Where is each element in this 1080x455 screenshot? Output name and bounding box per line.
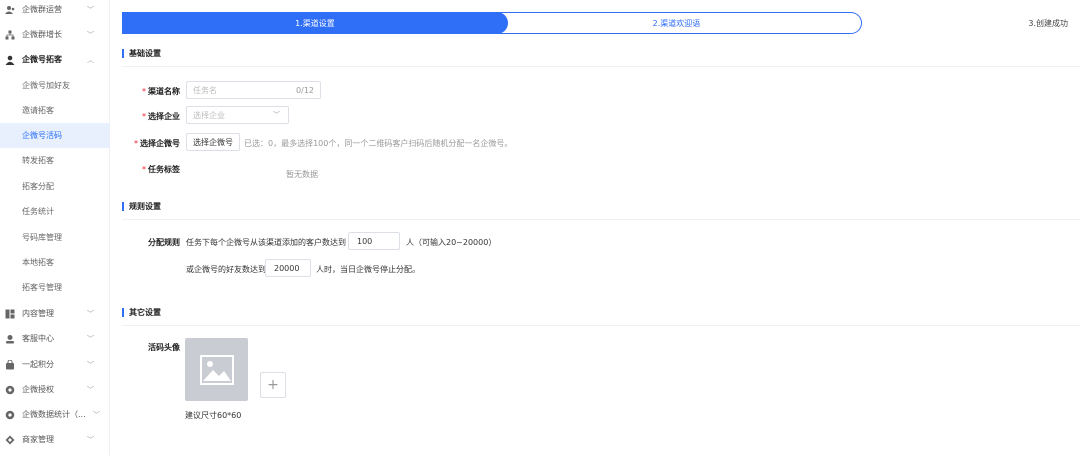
rule-line1-suffix: 人（可输入20~20000） bbox=[406, 238, 497, 247]
wecom-hint: 已选：0，最多选择100个，同一个二维码客户扫码后随机分配一名企微号。 bbox=[244, 139, 513, 148]
chevron-down-icon: ﹀ bbox=[87, 334, 94, 343]
sidebar-item-label: 商家管理 bbox=[22, 435, 54, 444]
avatar-size-hint: 建议尺寸60*60 bbox=[185, 411, 242, 420]
chevron-down-icon: ﹀ bbox=[273, 111, 280, 119]
sidebar-item-label: 企微数据统计（... bbox=[22, 410, 86, 419]
bag-icon bbox=[5, 359, 15, 370]
divider bbox=[122, 219, 1080, 220]
section-title-basic: 基础设置 bbox=[122, 49, 161, 58]
chevron-down-icon: ﹀ bbox=[87, 360, 94, 369]
enterprise-label-text: 选择企业 bbox=[148, 112, 180, 121]
sidebar-item-add-friend[interactable]: 企微号加好友 bbox=[0, 73, 110, 98]
tag-label-text: 任务标签 bbox=[148, 165, 180, 174]
sidebar-item-live-code[interactable]: 企微号活码 bbox=[0, 123, 110, 148]
customer-limit-input[interactable]: 100 bbox=[348, 232, 400, 250]
sidebar-item-label: 内容管理 bbox=[22, 309, 54, 318]
enterprise-select[interactable]: 选择企业 ﹀ bbox=[186, 106, 289, 124]
sidebar-item-label: 本地拓客 bbox=[22, 258, 54, 267]
step-channel-settings[interactable]: 1.渠道设置 bbox=[122, 12, 508, 34]
image-placeholder-icon bbox=[199, 354, 234, 385]
rule-line2-prefix: 或企微号的好友数达到 bbox=[186, 265, 266, 274]
chevron-down-icon: ﹀ bbox=[87, 30, 94, 39]
sidebar-item-label: 企微号活码 bbox=[22, 131, 62, 140]
main-content: 1.渠道设置 2.渠道欢迎语 3.创建成功 基础设置 * 渠道名称 任务名 0/1… bbox=[110, 0, 1080, 455]
char-counter: 0/12 bbox=[296, 85, 314, 95]
divider bbox=[122, 325, 1080, 326]
sidebar-item-acquire-accounts[interactable]: 拓客号管理 bbox=[0, 275, 110, 300]
sidebar-item-label: 号码库管理 bbox=[22, 233, 62, 242]
chevron-down-icon: ﹀ bbox=[87, 5, 94, 14]
sidebar-item-local[interactable]: 本地拓客 bbox=[0, 250, 110, 275]
sidebar-item-label: 企微群运营 bbox=[22, 5, 62, 14]
wecom-label-text: 选择企微号 bbox=[140, 139, 180, 148]
sidebar-item-forward[interactable]: 转发拓客 bbox=[0, 148, 110, 173]
avatar-preview[interactable] bbox=[185, 338, 248, 401]
sidebar-item-auth[interactable]: 企微授权 ﹀ bbox=[0, 377, 110, 402]
sidebar: 企微群运营 ﹀ 企微群增长 ﹀ 企微号拓客 ︿ 企微号加好友 邀请拓客 企微号活… bbox=[0, 0, 110, 455]
sidebar-item-label: 客服中心 bbox=[22, 334, 54, 343]
sidebar-item-number-lib[interactable]: 号码库管理 bbox=[0, 225, 110, 250]
sidebar-item-label: 企微号拓客 bbox=[22, 55, 62, 64]
diamond-icon bbox=[5, 435, 15, 445]
sidebar-item-data-stats[interactable]: 企微数据统计（... ﹀ bbox=[0, 402, 110, 427]
chevron-down-icon: ﹀ bbox=[87, 385, 94, 394]
rule-line1-prefix: 任务下每个企微号从该渠道添加的客户数达到 bbox=[186, 238, 346, 247]
headset-icon bbox=[5, 334, 15, 344]
channel-name-label: * 渠道名称 bbox=[130, 86, 180, 97]
tag-empty-text: 暂无数据 bbox=[286, 170, 318, 179]
required-mark: * bbox=[134, 139, 138, 148]
grid-icon bbox=[5, 309, 15, 319]
step-created[interactable]: 3.创建成功 bbox=[1028, 12, 1068, 34]
tag-label: * 任务标签 bbox=[130, 164, 180, 175]
sidebar-item-label: 企微群增长 bbox=[22, 30, 62, 39]
select-wecom-button[interactable]: 选择企微号 bbox=[186, 133, 240, 151]
rule-line2-suffix: 人时，当日企微号停止分配。 bbox=[316, 265, 420, 274]
required-mark: * bbox=[142, 87, 146, 96]
sidebar-item-label: 拓客号管理 bbox=[22, 283, 62, 292]
divider bbox=[122, 66, 1080, 67]
sidebar-item-label: 邀请拓客 bbox=[22, 106, 54, 115]
sidebar-item-label: 拓客分配 bbox=[22, 182, 54, 191]
person-icon bbox=[5, 55, 15, 65]
sidebar-item-label: 一起积分 bbox=[22, 360, 54, 369]
steps-bar: 1.渠道设置 2.渠道欢迎语 3.创建成功 bbox=[122, 12, 1080, 34]
sidebar-item-task-stats[interactable]: 任务统计 bbox=[0, 199, 110, 224]
circle-icon bbox=[5, 385, 15, 395]
add-avatar-button[interactable]: + bbox=[260, 372, 286, 398]
chevron-down-icon: ﹀ bbox=[87, 435, 94, 444]
section-title-rules: 规则设置 bbox=[122, 202, 161, 211]
sidebar-item-invite[interactable]: 邀请拓客 bbox=[0, 98, 110, 123]
sidebar-item-wecom-acquire[interactable]: 企微号拓客 ︿ bbox=[0, 47, 110, 72]
sidebar-item-label: 企微授权 bbox=[22, 385, 54, 394]
sidebar-item-group-ops[interactable]: 企微群运营 ﹀ bbox=[0, 0, 110, 22]
enterprise-placeholder: 选择企业 bbox=[193, 110, 225, 120]
rule-label: 分配规则 bbox=[148, 238, 180, 247]
sidebar-item-label: 转发拓客 bbox=[22, 156, 54, 165]
sidebar-item-service[interactable]: 客服中心 ﹀ bbox=[0, 326, 110, 351]
chevron-down-icon: ﹀ bbox=[87, 309, 94, 318]
required-mark: * bbox=[142, 165, 146, 174]
sidebar-item-group-growth[interactable]: 企微群增长 ﹀ bbox=[0, 22, 110, 47]
sidebar-item-assign[interactable]: 拓客分配 bbox=[0, 174, 110, 199]
sidebar-item-label: 企微号加好友 bbox=[22, 81, 70, 90]
org-icon bbox=[5, 30, 15, 40]
circle-icon bbox=[5, 410, 15, 420]
section-title-other: 其它设置 bbox=[122, 308, 161, 317]
sidebar-item-points[interactable]: 一起积分 ﹀ bbox=[0, 352, 110, 377]
sidebar-item-content[interactable]: 内容管理 ﹀ bbox=[0, 301, 110, 326]
chevron-up-icon: ︿ bbox=[87, 55, 94, 64]
friend-limit-input[interactable]: 20000 bbox=[265, 259, 311, 277]
channel-name-input[interactable]: 任务名 0/12 bbox=[186, 81, 321, 99]
wecom-label: * 选择企微号 bbox=[130, 138, 180, 149]
required-mark: * bbox=[142, 112, 146, 121]
sidebar-item-merchant[interactable]: 商家管理 ﹀ bbox=[0, 427, 110, 452]
enterprise-label: * 选择企业 bbox=[130, 111, 180, 122]
chevron-down-icon: ﹀ bbox=[93, 410, 100, 419]
channel-name-label-text: 渠道名称 bbox=[148, 87, 180, 96]
avatar-label: 活码头像 bbox=[148, 343, 180, 352]
sidebar-item-label: 任务统计 bbox=[22, 207, 54, 216]
step-channel-welcome[interactable]: 2.渠道欢迎语 bbox=[492, 12, 862, 34]
channel-name-placeholder: 任务名 bbox=[193, 85, 217, 95]
group-icon bbox=[5, 5, 15, 15]
